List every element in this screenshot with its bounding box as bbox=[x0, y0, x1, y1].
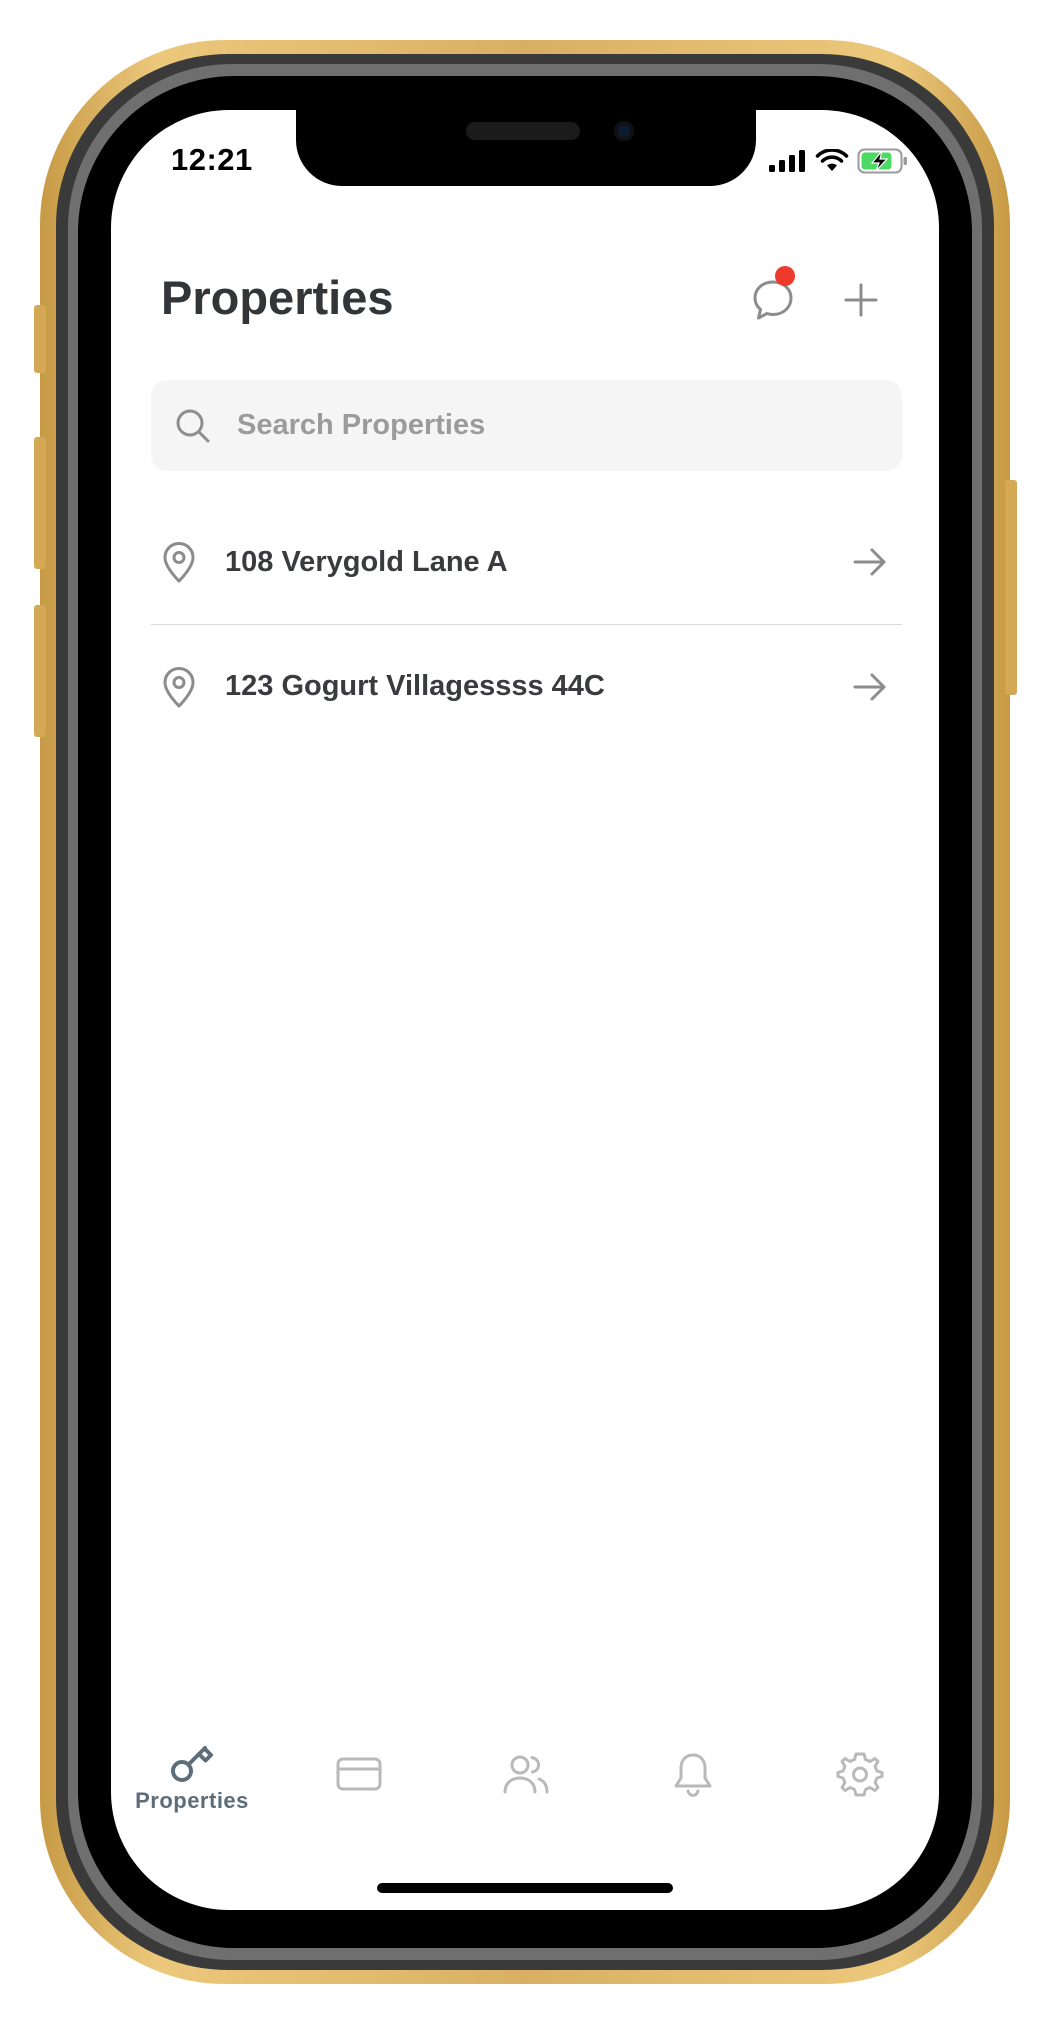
property-list-item[interactable]: 108 Verygold Lane A bbox=[151, 500, 902, 624]
tab-label: Properties bbox=[135, 1788, 249, 1813]
users-icon bbox=[503, 1755, 549, 1794]
search-bar[interactable] bbox=[151, 380, 902, 471]
property-list: 108 Verygold Lane A 123 Gogurt Villagess… bbox=[151, 500, 902, 748]
location-pin-icon bbox=[163, 666, 195, 707]
status-icons bbox=[769, 148, 909, 174]
notification-dot bbox=[775, 266, 795, 286]
status-time: 12:21 bbox=[171, 142, 253, 177]
wifi-icon bbox=[815, 149, 849, 171]
add-property-button[interactable] bbox=[831, 270, 891, 330]
tab-tenants[interactable] bbox=[466, 1740, 586, 1840]
plus-icon bbox=[844, 283, 878, 317]
credit-card-icon bbox=[336, 1757, 382, 1791]
search-input[interactable] bbox=[237, 380, 877, 471]
cellular-signal-icon bbox=[769, 150, 805, 172]
app-screen: 12:21 Properties Search Properties 108 V… bbox=[111, 110, 939, 1910]
search-icon bbox=[176, 409, 210, 443]
property-label: 123 Gogurt Villagessss 44C bbox=[225, 670, 605, 702]
volume-up-button bbox=[34, 437, 46, 569]
tab-notifications[interactable] bbox=[633, 1740, 753, 1840]
tab-bar: Properties bbox=[111, 1740, 939, 1850]
volume-down-button bbox=[34, 605, 46, 737]
tab-properties[interactable]: Properties bbox=[132, 1740, 252, 1840]
tab-payments[interactable] bbox=[299, 1740, 419, 1840]
messages-button[interactable] bbox=[743, 266, 803, 330]
property-list-item[interactable]: 123 Gogurt Villagessss 44C bbox=[151, 624, 902, 748]
key-icon bbox=[171, 1746, 213, 1782]
tab-settings[interactable] bbox=[800, 1740, 920, 1840]
page-title: Properties bbox=[161, 271, 394, 324]
mute-switch bbox=[34, 305, 46, 373]
power-button bbox=[1005, 480, 1017, 695]
home-indicator[interactable] bbox=[377, 1883, 673, 1893]
notch bbox=[296, 110, 756, 186]
bell-icon bbox=[674, 1753, 712, 1798]
arrow-right-icon bbox=[853, 673, 886, 700]
property-label: 108 Verygold Lane A bbox=[225, 545, 508, 578]
arrow-right-icon bbox=[853, 548, 886, 576]
location-pin-icon bbox=[163, 542, 195, 583]
front-camera bbox=[614, 121, 634, 141]
speaker-grille bbox=[466, 122, 580, 140]
battery-charging-icon bbox=[857, 148, 907, 174]
gear-icon bbox=[836, 1752, 884, 1797]
